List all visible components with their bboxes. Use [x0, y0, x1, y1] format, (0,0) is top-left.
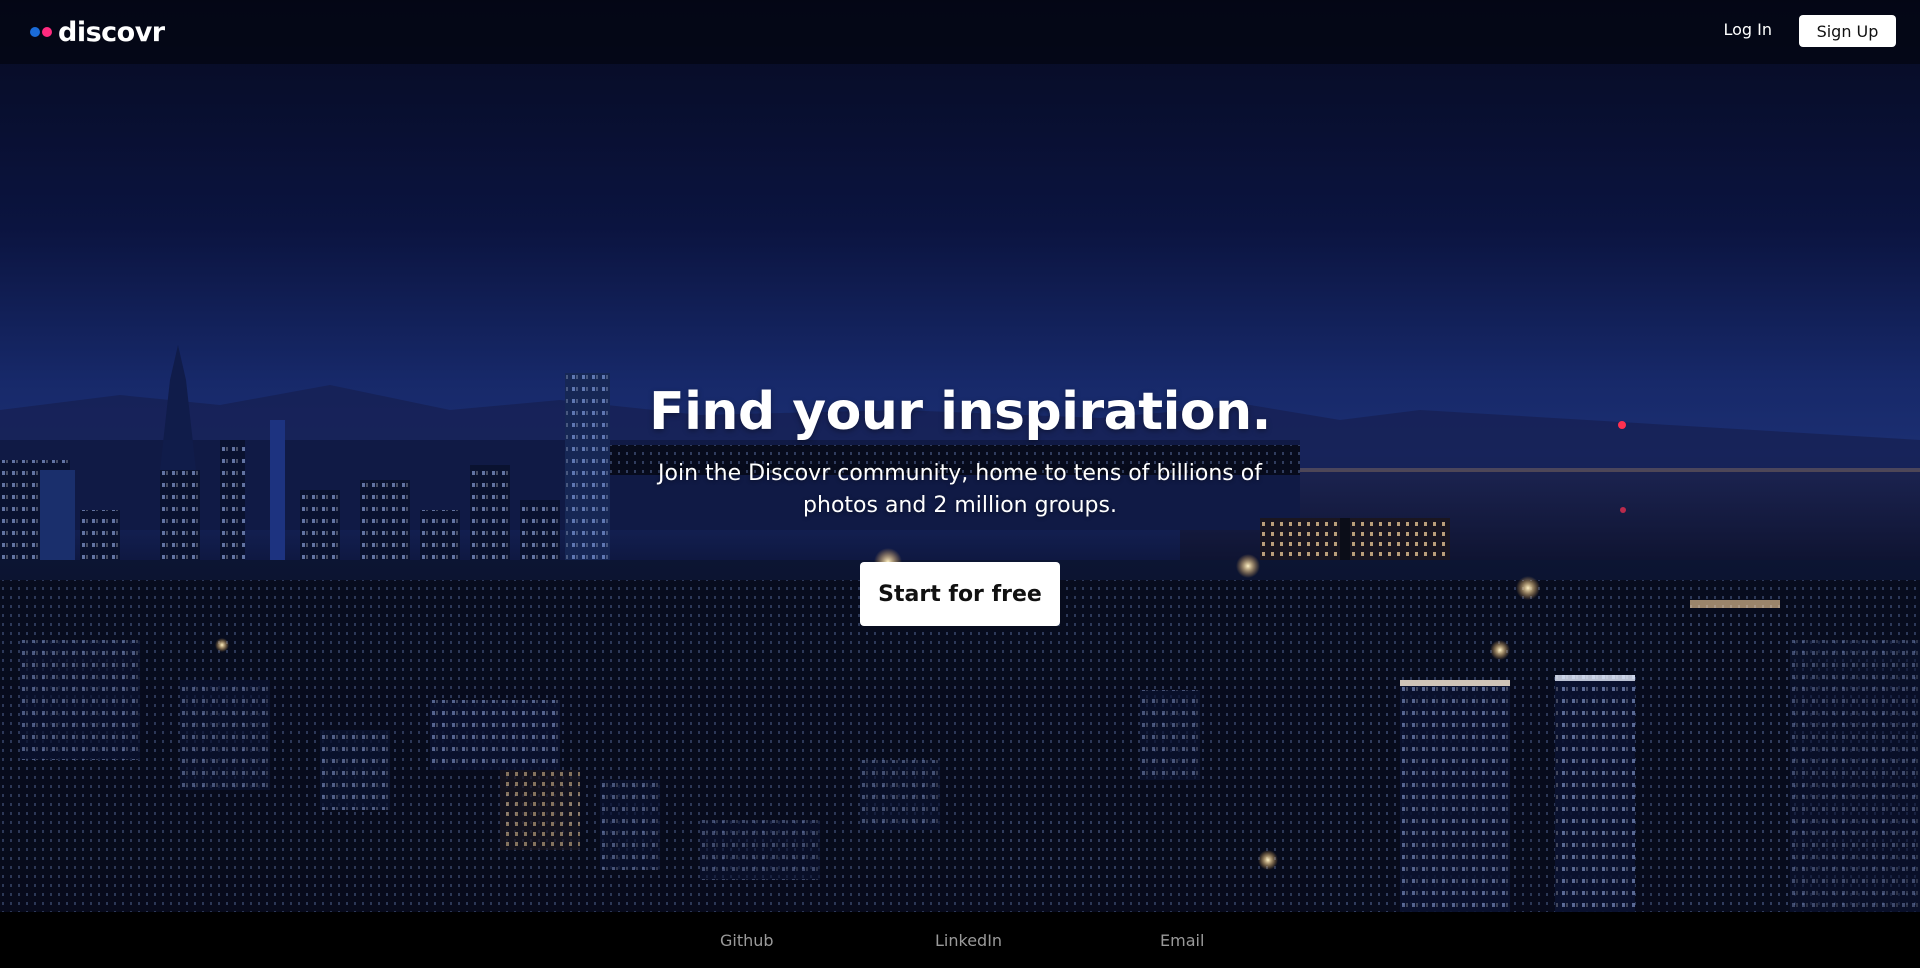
- hero-subheadline: Join the Discovr community, home to tens…: [658, 461, 1262, 518]
- logo-dots-icon: [30, 27, 52, 37]
- footer: Github LinkedIn Email: [0, 912, 1920, 968]
- top-navigation-bar: discovr Log In Sign Up: [0, 0, 1920, 64]
- footer-link-github[interactable]: Github: [720, 931, 774, 950]
- logo-pink-dot: [42, 27, 52, 37]
- log-in-link[interactable]: Log In: [1723, 20, 1772, 39]
- hero-section: Find your inspiration. Join the Discovr …: [0, 380, 1920, 626]
- footer-link-email[interactable]: Email: [1160, 931, 1204, 950]
- logo-blue-dot: [30, 27, 40, 37]
- footer-link-linkedin[interactable]: LinkedIn: [935, 931, 1002, 950]
- landing-page: discovr Log In Sign Up Find your inspira…: [0, 0, 1920, 968]
- logo-wordmark: discovr: [58, 16, 165, 48]
- discovr-logo[interactable]: discovr: [30, 14, 165, 50]
- hero-headline: Find your inspiration.: [649, 382, 1271, 442]
- start-for-free-button[interactable]: Start for free: [860, 562, 1060, 626]
- sign-up-button[interactable]: Sign Up: [1799, 15, 1896, 47]
